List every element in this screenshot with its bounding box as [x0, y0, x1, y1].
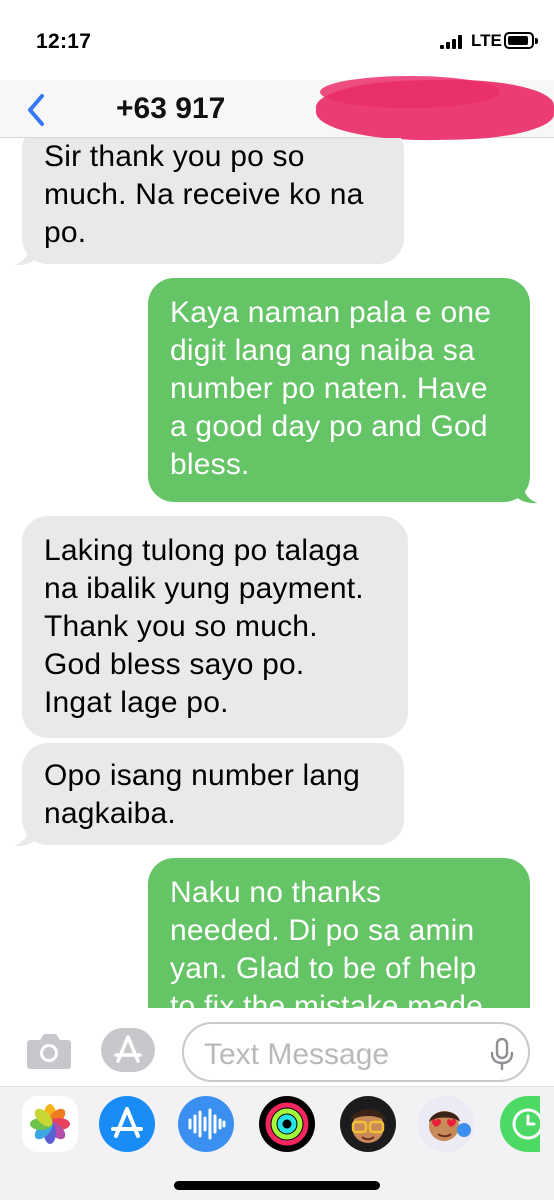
network-type: LTE — [471, 31, 502, 50]
message-line: Kaya naman pala e one — [170, 296, 492, 329]
message-line: Thank you so much. — [44, 610, 318, 643]
message-line: God bless sayo po. — [44, 648, 305, 681]
redaction-scribble — [320, 76, 500, 108]
message-line: Opo isang number lang — [44, 759, 361, 792]
photos-icon[interactable] — [22, 1096, 78, 1152]
message-line: much. Na receive ko na — [44, 178, 364, 211]
contact-number[interactable]: +63 917 — [116, 76, 554, 143]
message-line: yan. Glad to be of help — [170, 952, 477, 985]
microphone-icon[interactable] — [490, 1038, 514, 1070]
signal-bars-icon — [440, 35, 464, 49]
message-line: bless. — [170, 448, 250, 481]
chevron-left-icon[interactable] — [22, 90, 52, 130]
app-store-icon[interactable] — [100, 1027, 156, 1073]
compose-bar: Text Message — [0, 1008, 554, 1086]
message-line: needed. Di po sa amin — [170, 914, 475, 947]
battery-icon — [504, 32, 538, 49]
message-input[interactable]: Text Message — [182, 1022, 530, 1082]
home-indicator[interactable] — [174, 1181, 380, 1190]
message-line: number po naten. Have — [170, 372, 488, 405]
message-input-placeholder: Text Message — [204, 1038, 390, 1071]
message-line: digit lang ang naiba sa — [170, 334, 475, 367]
message-line: Laking tulong po talaga — [44, 534, 359, 567]
bubble-tail — [14, 240, 38, 266]
contact-number-text: +63 917 — [116, 92, 226, 125]
audio-message-icon[interactable] — [178, 1096, 234, 1152]
activity-icon[interactable] — [259, 1096, 315, 1152]
camera-icon[interactable] — [26, 1030, 72, 1070]
imessage-app-drawer — [0, 1086, 554, 1200]
message-line: to fix the mistake made — [170, 990, 484, 1008]
message-line: nagkaiba. — [44, 797, 176, 830]
message-line: na ibalik yung payment. — [44, 572, 364, 605]
digital-touch-icon[interactable] — [500, 1096, 540, 1152]
conversation-header: +63 917 — [0, 76, 554, 143]
message-line: Ingat lage po. — [44, 686, 229, 719]
outgoing-message-bubble[interactable]: Naku no thanks needed. Di po sa amin yan… — [148, 858, 530, 1008]
status-bar: 12:17 LTE — [0, 0, 554, 80]
memoji-stickers-icon[interactable] — [418, 1096, 474, 1152]
message-line: a good day po and God — [170, 410, 488, 443]
incoming-message-bubble[interactable]: Laking tulong po talaga na ibalik yung p… — [22, 516, 408, 738]
memoji-icon[interactable] — [340, 1096, 396, 1152]
incoming-message-bubble[interactable]: Opo isang number lang nagkaiba. — [22, 743, 404, 845]
message-line: po. — [44, 216, 87, 249]
status-time: 12:17 — [36, 30, 92, 53]
app-store-icon[interactable] — [99, 1096, 155, 1152]
bubble-tail — [14, 821, 38, 847]
outgoing-message-bubble[interactable]: Kaya naman pala e one digit lang ang nai… — [148, 278, 530, 502]
message-line: Sir thank you po so — [44, 140, 305, 173]
message-thread[interactable]: Sir thank you po so much. Na receive ko … — [0, 138, 554, 1008]
bubble-tail — [514, 478, 538, 504]
incoming-message-bubble[interactable]: Sir thank you po so much. Na receive ko … — [22, 138, 404, 264]
message-line: Naku no thanks — [170, 876, 382, 909]
